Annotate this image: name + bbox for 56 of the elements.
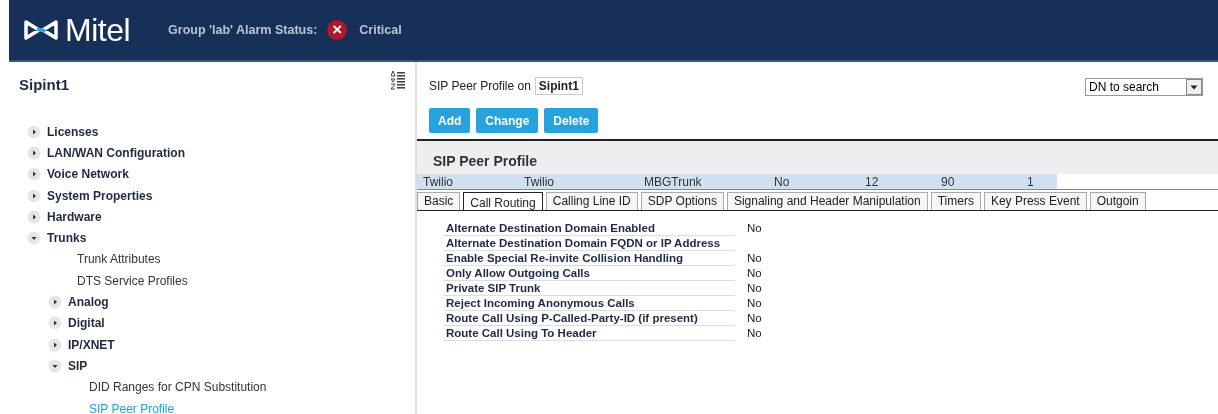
table-cell-text: No <box>773 174 791 189</box>
summary-row[interactable]: Twilio Twilio MBGTrunk No 12 90 1 <box>417 174 1057 189</box>
brand-name: Mitel <box>65 11 131 49</box>
dropdown-icon <box>1186 79 1202 95</box>
search-dropdown[interactable]: DN to search <box>1085 78 1203 96</box>
tree-item[interactable]: Trunks <box>47 231 87 246</box>
table-cell-text: 90 <box>940 174 956 189</box>
tree-item[interactable]: SIP <box>68 358 88 373</box>
section-title: SIP Peer Profile <box>417 139 1218 174</box>
tab[interactable]: Outgoin <box>1089 192 1146 210</box>
property-label: Route Call Using To Header <box>443 326 735 341</box>
property-value: No <box>746 311 763 326</box>
tab[interactable]: Timers <box>930 192 981 210</box>
tree-item[interactable]: Hardware <box>47 209 102 224</box>
alarm-label: Group 'lab' Alarm Status: <box>168 23 318 37</box>
tree-item[interactable]: IP/XNET <box>68 337 115 352</box>
tree-item[interactable]: DTS Service Profiles <box>48 273 188 288</box>
tree-item[interactable]: Analog <box>68 295 109 309</box>
property-label: Alternate Destination Domain Enabled <box>443 221 735 236</box>
page-heading: SIP Peer Profile on <box>429 79 531 93</box>
property-label: Alternate Destination Domain FQDN or IP Address <box>443 236 735 251</box>
table-cell-text: Twilio <box>422 174 454 189</box>
table-cell-text: Twilio <box>523 174 555 189</box>
table-cell-text: MBGTrunk <box>643 174 703 189</box>
system-title: Sipint1 <box>19 76 69 93</box>
tree-item[interactable]: System Properties <box>47 188 153 203</box>
alarm-status: Critical <box>359 23 402 37</box>
tab[interactable]: Call Routing <box>463 192 543 210</box>
tree-item[interactable]: Licenses <box>47 124 99 139</box>
table-cell-text: 12 <box>864 174 880 189</box>
property-value: No <box>746 251 763 266</box>
critical-icon: × <box>327 20 348 40</box>
tree-item[interactable]: LAN/WAN Configuration <box>47 145 185 160</box>
system-name: Sipint1 <box>534 77 583 95</box>
tab[interactable]: Signaling and Header Manipulation <box>726 192 928 210</box>
tree-item[interactable]: Digital <box>68 316 105 331</box>
sort-icon <box>391 70 405 90</box>
property-label: Reject Incoming Anonymous Calls <box>443 296 735 311</box>
tree-item[interactable]: Voice Network <box>47 167 129 182</box>
property-label: Route Call Using P-Called-Party-ID (if present) <box>443 311 735 326</box>
property-label: Private SIP Trunk <box>443 281 735 296</box>
property-value: No <box>746 281 763 296</box>
tab[interactable]: Calling Line ID <box>545 192 638 210</box>
property-value: No <box>746 296 763 311</box>
property-label: Only Allow Outgoing Calls <box>443 266 735 281</box>
property-label: Enable Special Re-invite Collision Handling <box>443 251 735 266</box>
tree-item[interactable]: Trunk Attributes <box>48 252 161 267</box>
tab[interactable]: Key Press Event <box>983 192 1087 210</box>
property-value: No <box>746 221 763 236</box>
table-cell-text: 1 <box>1026 174 1034 189</box>
tab[interactable]: Basic <box>417 192 461 210</box>
tab[interactable]: SDP Options <box>640 192 724 210</box>
tree-item[interactable]: DID Ranges for CPN Substitution <box>69 380 267 395</box>
property-value: No <box>746 266 763 281</box>
logo-icon <box>23 18 59 42</box>
property-value: No <box>746 326 763 341</box>
